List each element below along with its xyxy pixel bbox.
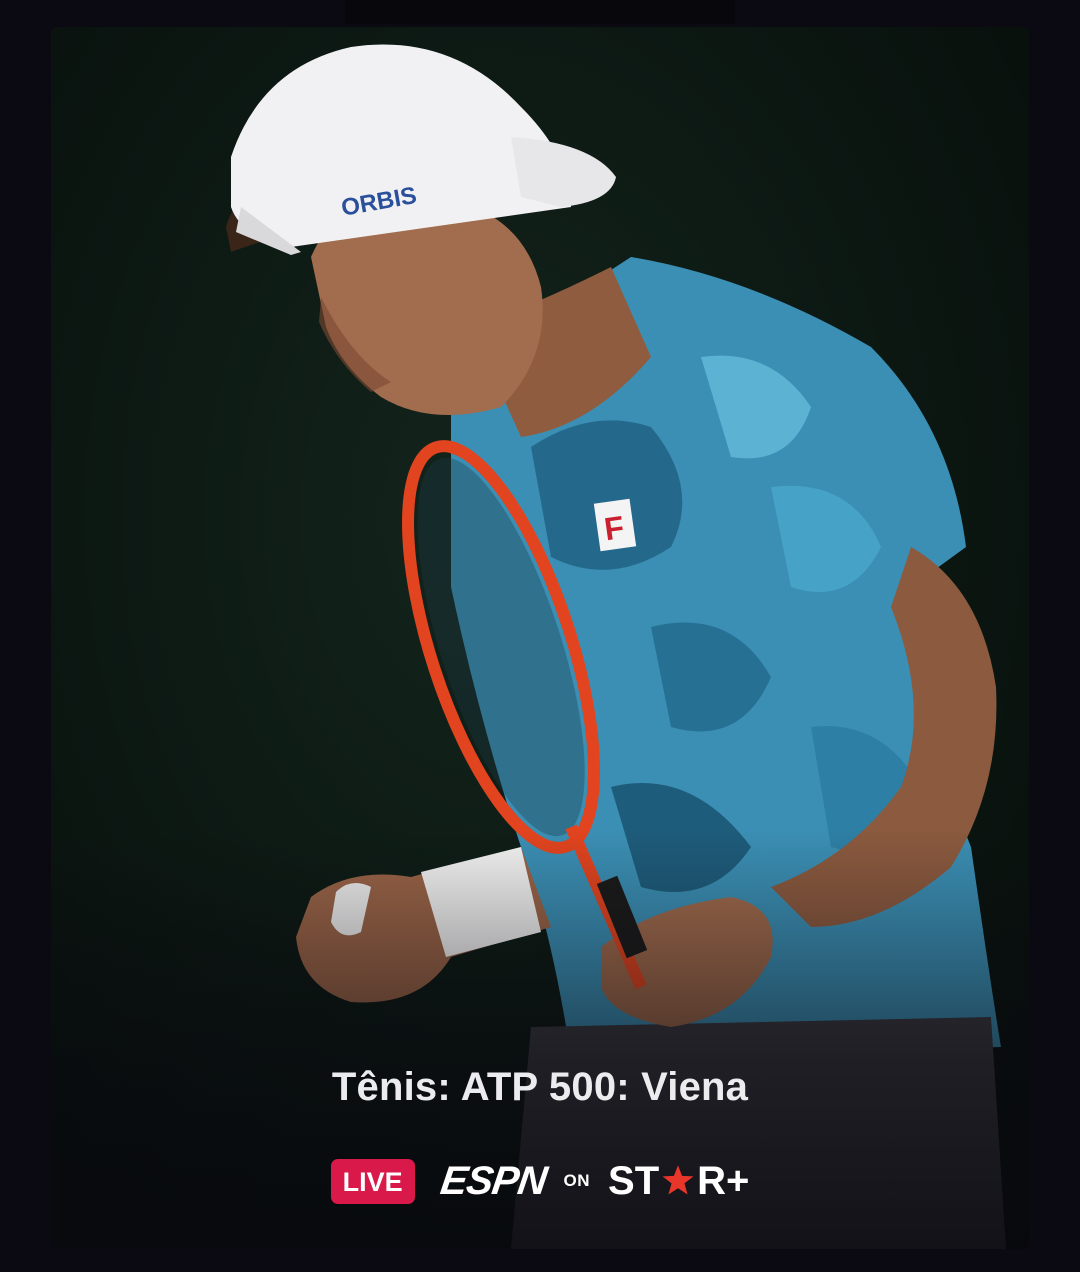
live-badge: LIVE xyxy=(330,1158,415,1204)
event-title: Tênis: ATP 500: Viena xyxy=(331,1065,749,1109)
star-plus-logo-right: R+ xyxy=(697,1159,750,1203)
star-plus-logo: ST R+ xyxy=(608,1159,749,1203)
star-icon xyxy=(662,1165,694,1195)
featured-content-card[interactable]: ORBIS F Tênis: ATP 500: Viena LIVE ESPN … xyxy=(51,27,1029,1249)
broadcast-brand-row: LIVE ESPN ON ST R+ xyxy=(51,1157,1029,1205)
on-connector-text: ON xyxy=(563,1171,591,1190)
star-plus-logo-left: ST xyxy=(608,1159,660,1203)
espn-logo: ESPN xyxy=(437,1159,549,1203)
top-edge-strip xyxy=(345,0,735,24)
